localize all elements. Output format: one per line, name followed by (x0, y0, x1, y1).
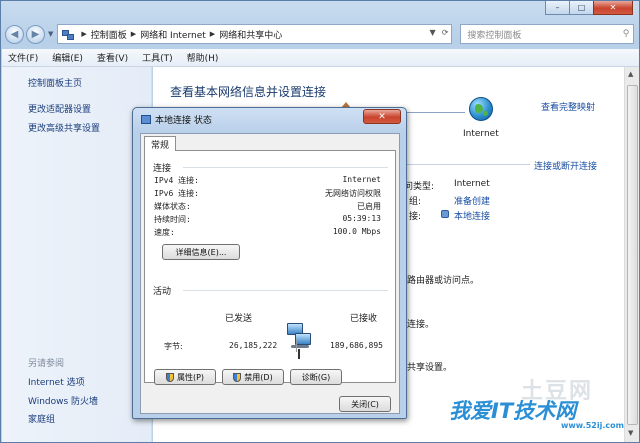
breadcrumb-network-sharing-center[interactable]: 网络和共享中心 (219, 28, 282, 41)
see-full-map-link[interactable]: 查看完整映射 (541, 100, 595, 113)
breadcrumb-separator-icon[interactable]: ▶ (81, 30, 86, 38)
setup-router-text: 路由器或访问点。 (407, 276, 480, 286)
scroll-up-icon[interactable]: ▲ (628, 70, 633, 78)
local-connection-link[interactable]: 本地连接 (454, 209, 490, 222)
forward-button[interactable]: ▶ (26, 24, 45, 44)
group-divider (183, 167, 388, 168)
properties-label: 属性(P) (176, 372, 205, 382)
connect-network-text: 连接。 (407, 320, 435, 330)
media-state-key: 媒体状态: (154, 202, 191, 211)
watermark-url: www.52ij.com (561, 421, 624, 430)
disable-button[interactable]: 禁用(D) (222, 369, 284, 385)
bytes-label: 字节: (164, 342, 183, 351)
ipv6-key: IPv6 连接: (154, 189, 199, 198)
properties-button[interactable]: 属性(P) (154, 369, 216, 385)
details-button[interactable]: 详细信息(E)... (162, 244, 240, 260)
network-activity-icon (282, 323, 316, 359)
divider (393, 164, 530, 165)
duration-value: 05:39:13 (342, 214, 381, 223)
search-icon[interactable]: ⚲ (623, 29, 630, 39)
recent-pages-dropdown-icon[interactable]: ▼ (48, 30, 53, 38)
internet-options-link[interactable]: Internet 选项 (28, 375, 85, 388)
close-button[interactable]: 关闭(C) (339, 396, 391, 412)
local-connection-status-dialog: 本地连接 状态 ✕ 常规 连接 IPv4 连接: Internet IPv6 连… (132, 107, 407, 419)
monitor-stand-icon (291, 345, 309, 348)
ipv4-key: IPv4 连接: (154, 176, 199, 185)
internet-label: Internet (463, 129, 499, 139)
speed-value: 100.0 Mbps (332, 227, 381, 236)
left-task-pane: 控制面板主页 更改适配器设置 更改高级共享设置 另请参阅 Internet 选项… (2, 67, 152, 442)
maximize-button[interactable]: □ (569, 1, 594, 15)
ipv4-value: Internet (342, 175, 381, 184)
vertical-scrollbar[interactable]: ▲ ▼ (624, 67, 639, 442)
network-map-line (405, 112, 465, 113)
menu-view[interactable]: 查看(V) (97, 51, 128, 64)
ipv6-value: 无网络访问权限 (325, 189, 381, 198)
dialog-titlebar: 本地连接 状态 (141, 113, 212, 126)
menu-edit[interactable]: 编辑(E) (52, 51, 83, 64)
control-panel-home-link[interactable]: 控制面板主页 (28, 76, 82, 89)
menu-file[interactable]: 文件(F) (8, 51, 38, 64)
access-type-value: Internet (454, 179, 490, 189)
internet-globe-icon[interactable] (469, 97, 493, 121)
activity-group-label: 活动 (153, 287, 172, 297)
bytes-divider (296, 340, 297, 352)
homegroup-value-link[interactable]: 准备创建 (454, 194, 490, 207)
duration-key: 持续时间: (154, 215, 191, 224)
navigation-bar: ◀ ▶ ▼ ▶ 控制面板 ▶ 网络和 Internet ▶ 网络和共享中心 ▼ … (5, 23, 635, 45)
scroll-down-icon[interactable]: ▼ (628, 429, 633, 437)
group-divider (183, 290, 388, 291)
search-input[interactable]: 搜索控制面板 (467, 28, 521, 41)
minimize-button[interactable]: – (545, 1, 570, 15)
connect-disconnect-link[interactable]: 连接或断开连接 (534, 159, 597, 172)
uac-shield-icon (165, 372, 174, 382)
speed-key: 速度: (154, 228, 175, 237)
breadcrumb-control-panel[interactable]: 控制面板 (91, 28, 127, 41)
diagnose-button[interactable]: 诊断(G) (290, 369, 342, 385)
windows-firewall-link[interactable]: Windows 防火墙 (28, 394, 98, 407)
general-tab-page: 连接 IPv4 连接: Internet IPv6 连接: 无网络访问权限 媒体… (144, 150, 396, 385)
window-close-button[interactable]: ✕ (593, 1, 633, 15)
menu-bar: 文件(F) 编辑(E) 查看(V) 工具(T) 帮助(H) (2, 49, 639, 67)
breadcrumb-separator-icon[interactable]: ▶ (210, 30, 215, 38)
address-bar[interactable]: ▶ 控制面板 ▶ 网络和 Internet ▶ 网络和共享中心 ▼ ⟳ (57, 24, 453, 44)
bytes-sent-value: 26,185,222 (229, 341, 278, 350)
watermark-brand: 我爱IT技术网 (449, 399, 577, 423)
monitor-icon (295, 333, 311, 345)
change-adapter-settings-link[interactable]: 更改适配器设置 (28, 102, 91, 115)
network-icon (61, 29, 75, 40)
see-also-heading: 另请参阅 (28, 359, 65, 369)
page-title: 查看基本网络信息并设置连接 (170, 85, 327, 99)
homegroup-link[interactable]: 家庭组 (28, 412, 55, 425)
disable-label: 禁用(D) (244, 372, 273, 382)
cable-icon (298, 349, 300, 359)
network-adapter-icon (141, 115, 151, 124)
received-label: 已接收 (350, 314, 378, 324)
dialog-close-button[interactable]: ✕ (363, 109, 401, 124)
back-button[interactable]: ◀ (5, 24, 24, 44)
uac-shield-icon (233, 372, 242, 382)
refresh-icon[interactable]: ⟳ (442, 28, 449, 37)
sharing-settings-text: 共享设置。 (407, 363, 453, 373)
breadcrumb-network-internet[interactable]: 网络和 Internet (140, 28, 206, 41)
address-dropdown-icon[interactable]: ▼ (430, 28, 436, 37)
breadcrumb-separator-icon[interactable]: ▶ (131, 30, 136, 38)
access-type-key: 问类型: (404, 182, 435, 192)
dialog-body: 常规 连接 IPv4 连接: Internet IPv6 连接: 无网络访问权限… (140, 133, 400, 414)
homegroup-key: 组: (409, 197, 422, 207)
dialog-title: 本地连接 状态 (155, 116, 212, 126)
connection-group-label: 连接 (153, 164, 172, 174)
scrollbar-thumb[interactable] (627, 85, 638, 425)
window-caption-buttons: – □ ✕ (545, 1, 633, 15)
connection-key: 接: (409, 212, 422, 222)
change-advanced-sharing-link[interactable]: 更改高级共享设置 (28, 121, 100, 134)
network-adapter-icon (441, 210, 449, 218)
media-state-value: 已启用 (357, 202, 381, 211)
search-box[interactable]: 搜索控制面板 ⚲ (460, 24, 635, 44)
menu-help[interactable]: 帮助(H) (187, 51, 219, 64)
tab-general[interactable]: 常规 (144, 136, 177, 151)
menu-tools[interactable]: 工具(T) (142, 51, 173, 64)
sent-label: 已发送 (225, 314, 253, 324)
bytes-received-value: 189,686,895 (330, 341, 383, 350)
